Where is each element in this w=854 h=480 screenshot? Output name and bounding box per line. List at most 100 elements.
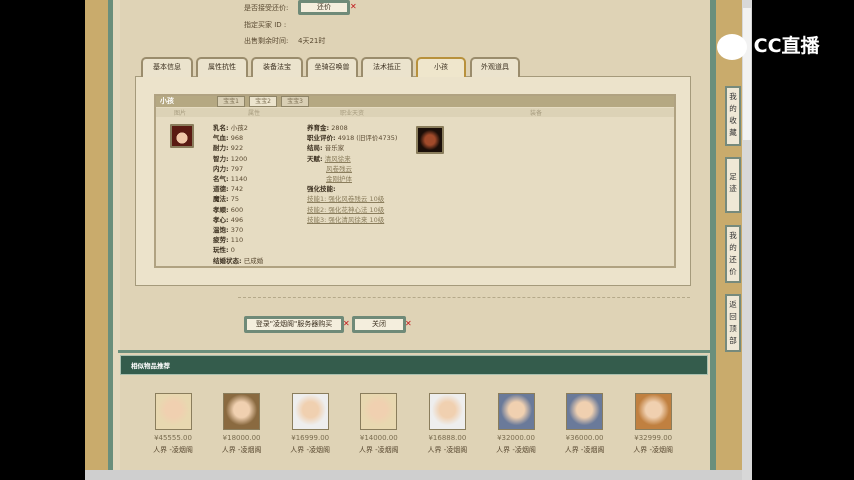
close-x-icon: ✕ xyxy=(343,319,350,328)
attribute-label: 疲劳: xyxy=(213,236,229,245)
character-portrait[interactable] xyxy=(154,393,192,430)
attribute-label: 耐力: xyxy=(213,144,229,153)
close-x-icon: ✕ xyxy=(405,319,412,328)
character-portrait[interactable] xyxy=(634,393,672,430)
recommend-item[interactable]: ¥32000.00 人界 -凌烟阁 xyxy=(486,393,546,455)
character-portrait[interactable] xyxy=(360,393,398,430)
skills-label: 强化技能: xyxy=(307,185,336,194)
attribute-row: 结婚状态: 已成婚 xyxy=(213,256,263,266)
tab-appearance[interactable]: 外观道具 xyxy=(470,57,520,77)
talent-link[interactable]: 金刚护体 xyxy=(326,175,352,183)
remaining-label: 出售剩余时间: xyxy=(244,37,289,45)
tab-equipment[interactable]: 装备法宝 xyxy=(251,57,303,77)
attribute-value: 742 xyxy=(230,185,244,194)
attribute-label: 魔法: xyxy=(213,195,229,204)
counter-offer-label: 是否接受还价: xyxy=(244,4,289,12)
item-server: 人界 -凌烟阁 xyxy=(358,446,399,454)
close-button[interactable]: 关闭 xyxy=(352,316,406,333)
character-portrait[interactable] xyxy=(566,393,604,430)
attribute-row: 智力: 1200 xyxy=(213,154,263,164)
attribute-value: 已成婚 xyxy=(243,256,264,265)
close-x-icon: ✕ xyxy=(350,2,357,11)
attribute-value: 797 xyxy=(230,164,244,173)
recommend-item[interactable]: ¥45555.00 人界 -凌烟阁 xyxy=(143,393,203,455)
subtab-baby2[interactable]: 宝宝2 xyxy=(249,96,277,107)
attribute-list: 乳名: 小孩2 气血: 968 耐力: 922 智力: 1200 内力: 797 名气: … xyxy=(213,123,263,266)
tab-mounts[interactable]: 坐骑召唤兽 xyxy=(306,57,358,77)
attribute-row: 耐力: 922 xyxy=(213,143,263,153)
skill-link[interactable]: 技能3: 强化清风徐来 10级 xyxy=(307,216,384,224)
subtab-baby3[interactable]: 宝宝3 xyxy=(281,96,309,107)
career-info: 养育金: 2808 职业评价: 4918 (旧评价4735) 结局: 音乐家 天… xyxy=(307,123,397,225)
item-price: ¥18000.00 xyxy=(222,434,261,442)
character-portrait[interactable] xyxy=(428,393,466,430)
attribute-row: 气血: 968 xyxy=(213,133,263,143)
attribute-value: 0 xyxy=(230,246,235,255)
attribute-label: 内力: xyxy=(213,164,229,173)
character-portrait[interactable] xyxy=(291,393,329,430)
subtab-baby1[interactable]: 宝宝1 xyxy=(217,96,245,107)
divider xyxy=(238,297,690,298)
item-server: 人界 -凌烟阁 xyxy=(153,446,193,454)
tab-basic-info[interactable]: 基本信息 xyxy=(141,57,193,77)
left-border-light xyxy=(113,0,120,480)
buyer-id-label: 指定买家 ID : xyxy=(244,21,287,29)
attribute-row: 疲劳: 110 xyxy=(213,235,263,245)
sidebar-back-to-top[interactable]: 返回顶部 xyxy=(725,294,741,352)
attribute-row: 孝心: 496 xyxy=(213,215,263,225)
section-divider xyxy=(118,350,710,353)
attribute-row: 魔法: 75 xyxy=(213,194,263,204)
ending-label: 结局: xyxy=(307,144,323,153)
attribute-row: 道德: 742 xyxy=(213,184,263,194)
attribute-value: 600 xyxy=(230,205,244,214)
attribute-label: 结婚状态: xyxy=(213,256,242,265)
talent-link[interactable]: 清风徐来 xyxy=(325,155,351,163)
item-server: 人界 -凌烟阁 xyxy=(427,446,468,454)
sidebar-my-offers[interactable]: 我的还价 xyxy=(725,225,741,283)
talent-label: 天赋: xyxy=(307,154,323,163)
recommend-item[interactable]: ¥16888.00 人界 -凌烟阁 xyxy=(417,393,477,455)
sidebar-history[interactable]: 足迹 xyxy=(725,157,741,213)
recommend-item[interactable]: ¥36000.00 人界 -凌烟阁 xyxy=(555,393,615,455)
item-server: 人界 -凌烟阁 xyxy=(290,446,331,454)
attribute-value: 110 xyxy=(230,236,244,245)
recommend-item[interactable]: ¥32999.00 人界 -凌烟阁 xyxy=(623,393,683,455)
skill-link[interactable]: 技能2: 强化花神心法 10级 xyxy=(307,206,384,214)
equipment-item-icon[interactable] xyxy=(416,126,444,154)
col-career: 职业天资 xyxy=(340,110,365,117)
recommend-item[interactable]: ¥18000.00 人界 -凌烟阁 xyxy=(212,393,272,455)
item-server: 人界 -凌烟阁 xyxy=(633,446,674,454)
item-server: 人界 -凌烟阁 xyxy=(496,446,536,454)
attribute-label: 气血: xyxy=(213,134,229,143)
attribute-label: 乳名: xyxy=(213,124,229,132)
attribute-row: 内力: 797 xyxy=(213,164,263,174)
recommend-item[interactable]: ¥16999.00 人界 -凌烟阁 xyxy=(280,393,340,455)
attribute-label: 温饱: xyxy=(213,226,229,235)
item-server: 人界 -凌烟阁 xyxy=(564,446,605,454)
attribute-label: 孝顺: xyxy=(213,205,229,214)
buy-button[interactable]: 登录"凌烟阁"服务器购买 xyxy=(244,316,344,333)
talent-link[interactable]: 风卷残云 xyxy=(326,165,352,173)
fund-value: 2808 xyxy=(331,124,348,132)
attribute-label: 智力: xyxy=(213,154,229,163)
remaining-value: 4天21时 xyxy=(298,37,326,45)
tab-spells[interactable]: 法术抵正 xyxy=(361,57,413,77)
counter-offer-button[interactable]: 还价 xyxy=(298,0,350,15)
attribute-value: 75 xyxy=(230,195,239,204)
col-attributes: 属性 xyxy=(248,110,261,117)
item-price: ¥14000.00 xyxy=(359,434,398,442)
attribute-value: 小孩2 xyxy=(230,124,248,132)
tab-attributes[interactable]: 属性抗性 xyxy=(196,57,248,77)
skill-link[interactable]: 技能1: 强化风卷残云 10级 xyxy=(307,195,384,203)
attribute-row: 温饱: 370 xyxy=(213,225,263,235)
recommend-item[interactable]: ¥14000.00 人界 -凌烟阁 xyxy=(349,393,409,455)
attribute-value: 922 xyxy=(230,144,244,153)
cc-live-watermark: CC直播 xyxy=(716,28,854,64)
col-picture: 图片 xyxy=(174,110,187,117)
character-portrait[interactable] xyxy=(223,393,261,430)
sidebar-favorites[interactable]: 我的收藏 xyxy=(725,86,741,146)
horizontal-scrollbar[interactable] xyxy=(85,470,742,480)
column-header: 图片 属性 职业天资 装备 xyxy=(156,108,674,117)
tab-child[interactable]: 小孩 xyxy=(416,57,466,77)
character-portrait[interactable] xyxy=(497,393,535,430)
